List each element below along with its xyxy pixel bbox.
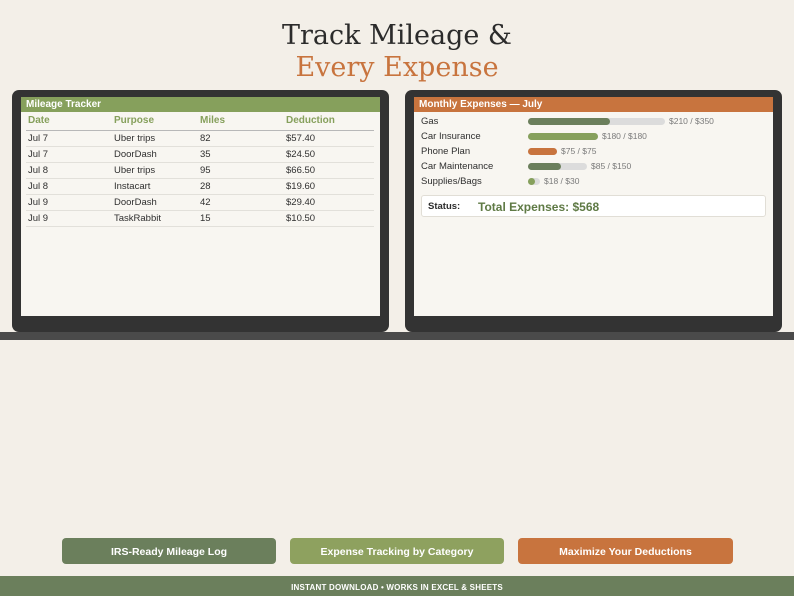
cell-purpose[interactable]: DoorDash	[112, 146, 198, 163]
cell-miles[interactable]: 15	[198, 210, 284, 227]
expense-bar-track	[528, 133, 598, 140]
expense-list: Gas $210 / $350 Car Insurance $180 / $180 Ph…	[414, 112, 773, 189]
table-header-row: Date Purpose Miles Deduction	[26, 112, 374, 131]
expense-name: Phone Plan	[421, 146, 471, 157]
mileage-screen: Mileage Tracker Date Purpose Miles Deduc…	[21, 97, 380, 316]
left-monitor: Mileage Tracker Date Purpose Miles Deduc…	[12, 90, 389, 332]
feature-badge-deductions: Maximize Your Deductions	[518, 538, 733, 564]
cell-miles[interactable]: 42	[198, 194, 284, 211]
cell-deduction[interactable]: $66.50	[284, 162, 374, 179]
column-header-miles: Miles	[198, 112, 284, 131]
table-row[interactable]: Jul 7 DoorDash 35 $24.50	[26, 146, 374, 163]
title-line-2: Every Expense	[295, 52, 499, 83]
cell-purpose[interactable]: Uber trips	[112, 162, 198, 179]
expense-name: Gas	[421, 116, 439, 127]
expense-bar-track	[528, 118, 665, 125]
expense-bar-track	[528, 148, 557, 155]
expense-row: Car Insurance $180 / $180	[421, 129, 773, 144]
right-monitor: Monthly Expenses — July Gas $210 / $350 Ca…	[405, 90, 782, 332]
mileage-table: Date Purpose Miles Deduction Jul 7 Uber …	[26, 112, 374, 227]
monthly-expenses-header: Monthly Expenses — July	[414, 97, 773, 112]
expense-amount: $210 / $350	[669, 116, 714, 126]
expense-row: Car Maintenance $85 / $150	[421, 159, 773, 174]
cell-purpose[interactable]: TaskRabbit	[112, 210, 198, 227]
cell-date[interactable]: Jul 9	[26, 194, 112, 211]
column-header-purpose: Purpose	[112, 112, 198, 131]
expenses-screen: Monthly Expenses — July Gas $210 / $350 Ca…	[414, 97, 773, 316]
expense-bar-track	[528, 163, 587, 170]
expense-row: Gas $210 / $350	[421, 114, 773, 129]
cell-miles[interactable]: 82	[198, 130, 284, 147]
cell-miles[interactable]: 95	[198, 162, 284, 179]
cell-date[interactable]: Jul 8	[26, 162, 112, 179]
table-row[interactable]: Jul 9 DoorDash 42 $29.40	[26, 194, 374, 211]
feature-badge-expense-tracking: Expense Tracking by Category	[290, 538, 504, 564]
cell-deduction[interactable]: $57.40	[284, 130, 374, 147]
cell-date[interactable]: Jul 9	[26, 210, 112, 227]
cell-miles[interactable]: 28	[198, 178, 284, 195]
expense-bar-fill	[528, 133, 598, 140]
expense-amount: $85 / $150	[591, 161, 632, 171]
expense-row: Supplies/Bags $18 / $30	[421, 174, 773, 189]
cell-purpose[interactable]: DoorDash	[112, 194, 198, 211]
page-title: Track Mileage & Every Expense	[0, 20, 794, 84]
expense-row: Phone Plan $75 / $75	[421, 144, 773, 159]
mileage-tracker-header: Mileage Tracker	[21, 97, 380, 112]
expense-amount: $75 / $75	[561, 146, 597, 156]
table-row[interactable]: Jul 7 Uber trips 82 $57.40	[26, 130, 374, 147]
expense-bar-fill	[528, 148, 557, 155]
expense-amount: $18 / $30	[544, 176, 580, 186]
expense-bar-fill	[528, 178, 535, 185]
cell-deduction[interactable]: $19.60	[284, 178, 374, 195]
cell-date[interactable]: Jul 7	[26, 146, 112, 163]
cell-purpose[interactable]: Instacart	[112, 178, 198, 195]
table-row[interactable]: Jul 9 TaskRabbit 15 $10.50	[26, 210, 374, 227]
column-header-date: Date	[26, 112, 112, 131]
feature-badge-mileage-log: IRS-Ready Mileage Log	[62, 538, 276, 564]
column-header-deduction: Deduction	[284, 112, 374, 131]
cell-deduction[interactable]: $29.40	[284, 194, 374, 211]
cell-purpose[interactable]: Uber trips	[112, 130, 198, 147]
cell-date[interactable]: Jul 8	[26, 178, 112, 195]
status-box: Status: Total Expenses: $568	[421, 195, 766, 217]
expense-name: Car Insurance	[421, 131, 481, 142]
cell-miles[interactable]: 35	[198, 146, 284, 163]
expense-amount: $180 / $180	[602, 131, 647, 141]
table-row[interactable]: Jul 8 Uber trips 95 $66.50	[26, 162, 374, 179]
cell-deduction[interactable]: $10.50	[284, 210, 374, 227]
table-row[interactable]: Jul 8 Instacart 28 $19.60	[26, 178, 374, 195]
footer-banner: INSTANT DOWNLOAD • WORKS IN EXCEL & SHEE…	[0, 576, 794, 596]
cell-deduction[interactable]: $24.50	[284, 146, 374, 163]
expense-name: Supplies/Bags	[421, 176, 482, 187]
expense-bar-fill	[528, 163, 561, 170]
title-line-1: Track Mileage &	[282, 20, 512, 51]
expense-bar-track	[528, 178, 540, 185]
desk-shelf	[0, 332, 794, 340]
expense-bar-fill	[528, 118, 610, 125]
total-expenses: Total Expenses: $568	[478, 200, 600, 214]
cell-date[interactable]: Jul 7	[26, 130, 112, 147]
status-label: Status:	[428, 201, 461, 212]
expense-name: Car Maintenance	[421, 161, 494, 172]
